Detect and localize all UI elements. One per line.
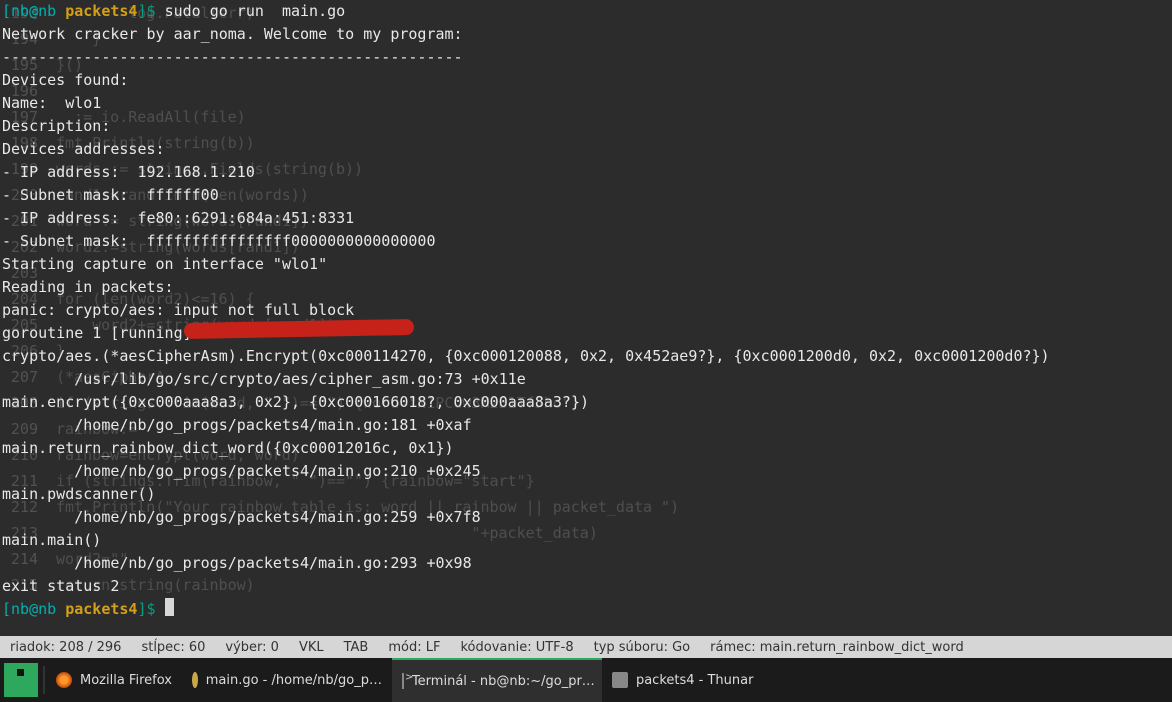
editor-statusbar: riadok: 208 / 296 stĺpec: 60 výber: 0 VK… <box>0 636 1172 658</box>
task-label: packets4 - Thunar <box>636 673 754 688</box>
terminal-icon <box>402 673 404 689</box>
status-line: riadok: 208 / 296 <box>10 640 121 655</box>
start-menu-button[interactable] <box>4 663 38 697</box>
task-terminal[interactable]: Terminál - nb@nb:~/go_pr… <box>392 658 602 702</box>
task-label: Mozilla Firefox <box>80 673 172 688</box>
status-col: stĺpec: 60 <box>141 640 205 655</box>
firefox-icon <box>56 672 72 688</box>
status-ft: typ súboru: Go <box>594 640 691 655</box>
folder-icon <box>612 672 628 688</box>
status-enc: kódovanie: UTF-8 <box>460 640 573 655</box>
status-tab: TAB <box>344 640 369 655</box>
editor-icon <box>192 672 198 688</box>
terminal-output[interactable]: [nb@nb packets4]$ sudo go run main.goNet… <box>0 0 1172 621</box>
status-sel: výber: 0 <box>225 640 279 655</box>
status-ins: VKL <box>299 640 324 655</box>
task-thunar[interactable]: packets4 - Thunar <box>602 658 764 702</box>
taskbar: Mozilla Firefox main.go - /home/nb/go_p…… <box>0 658 1172 702</box>
task-label: Terminál - nb@nb:~/go_pr… <box>412 674 595 689</box>
status-mode: mód: LF <box>388 640 440 655</box>
status-frame: rámec: main.return_rainbow_dict_word <box>710 640 964 655</box>
task-editor[interactable]: main.go - /home/nb/go_p… <box>182 658 392 702</box>
task-label: main.go - /home/nb/go_p… <box>206 673 382 688</box>
task-firefox[interactable]: Mozilla Firefox <box>46 658 182 702</box>
